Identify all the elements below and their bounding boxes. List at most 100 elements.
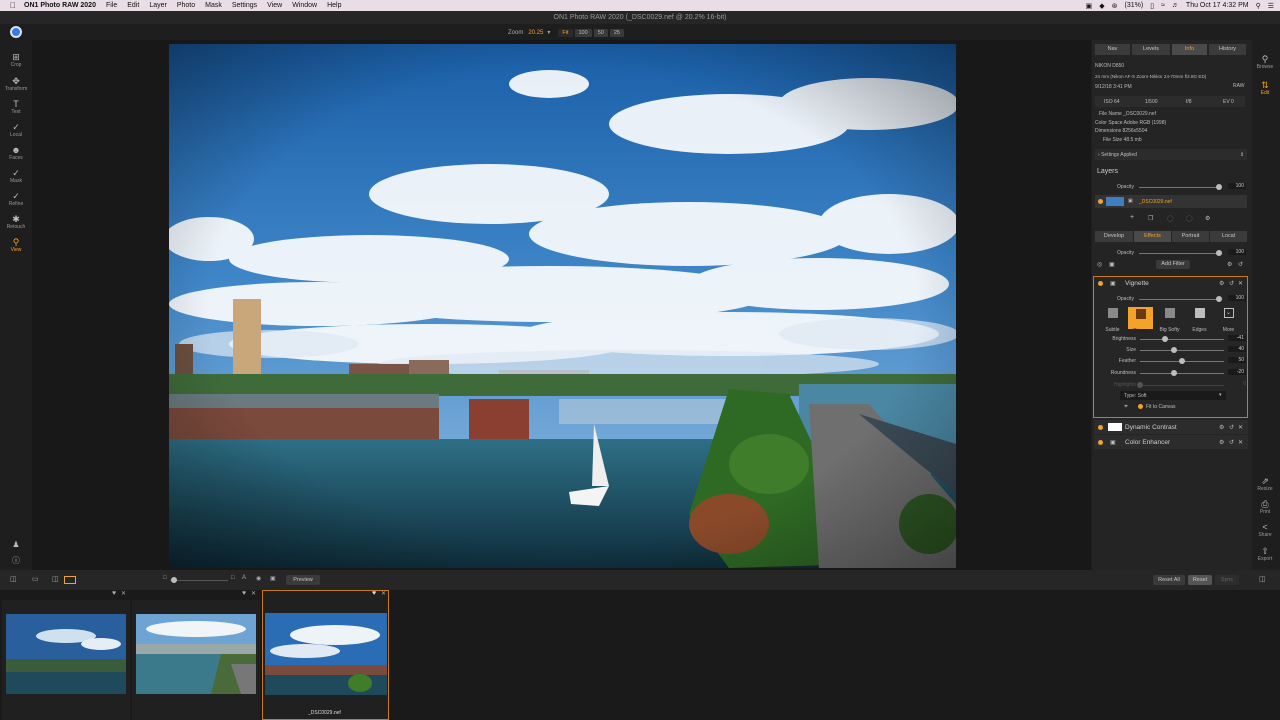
module-browse[interactable]: ⚲ Browse — [1252, 54, 1278, 70]
menu-file[interactable]: File — [106, 2, 117, 9]
remove-icon[interactable]: ✕ — [381, 590, 386, 597]
menu-photo[interactable]: Photo — [177, 2, 195, 9]
app-menu[interactable]: ON1 Photo RAW 2020 — [24, 2, 96, 9]
layer-name[interactable]: _DSC0029.nef — [1139, 199, 1172, 205]
dynamic-contrast-gear-icon[interactable]: ⚙ — [1219, 424, 1224, 431]
tool-mask[interactable]: ✓ Mask — [0, 168, 32, 184]
zoom-in-icon[interactable]: □ — [231, 575, 235, 581]
notification-icon[interactable]: ☰ — [1268, 2, 1274, 10]
bluetooth-icon[interactable]: ⊛ — [1112, 2, 1118, 10]
panel-toggle-icon[interactable]: ◫ — [10, 575, 17, 583]
layer-settings-gear-icon[interactable]: ⚙ — [1205, 215, 1210, 222]
menu-edit[interactable]: Edit — [127, 2, 139, 9]
merge-layer-icon[interactable]: ◯ — [1167, 215, 1174, 222]
reset-all-button[interactable]: Reset All — [1153, 575, 1185, 585]
preset-strong[interactable]: Strong — [1128, 307, 1153, 334]
layers-opacity-slider[interactable] — [1139, 187, 1221, 188]
effects-opacity-value[interactable]: 100 — [1228, 249, 1246, 255]
cast-icon[interactable]: ▣ — [1086, 2, 1093, 10]
user-icon[interactable]: ♟ — [0, 540, 32, 550]
vignette-reset-icon[interactable]: ↺ — [1229, 280, 1234, 287]
dynamic-contrast-close-icon[interactable]: ✕ — [1238, 424, 1243, 431]
layers-opacity-value[interactable]: 100 — [1228, 183, 1246, 189]
thumbnail-3[interactable] — [265, 613, 387, 695]
slider-feather-knob[interactable] — [1179, 358, 1185, 364]
filmstrip-view-icon[interactable]: ▭ — [32, 575, 39, 583]
effects-settings-gear-icon[interactable]: ⚙ — [1227, 261, 1232, 268]
effects-visibility-eye-icon[interactable]: ◎ — [1097, 261, 1102, 268]
menu-layer[interactable]: Layer — [149, 2, 167, 9]
remove-icon[interactable]: ✕ — [251, 590, 256, 597]
menu-help[interactable]: Help — [327, 2, 341, 9]
zoom-value[interactable]: 20.25 — [528, 30, 543, 36]
tool-local[interactable]: ✓ Local — [0, 122, 32, 138]
vignette-gear-icon[interactable]: ⚙ — [1219, 280, 1224, 287]
apple-icon[interactable]:  — [10, 1, 16, 10]
menu-view[interactable]: View — [267, 2, 282, 9]
slider-highlights[interactable] — [1140, 385, 1224, 386]
module-edit[interactable]: ⇅ Edit — [1252, 80, 1278, 96]
vignette-enable-dot[interactable] — [1098, 281, 1103, 286]
color-enhancer-enable-dot[interactable] — [1098, 440, 1103, 445]
slider-brightness-value[interactable]: -41 — [1228, 335, 1246, 341]
color-enhancer-mask-icon[interactable]: ▣ — [1110, 439, 1116, 446]
favorite-heart-icon[interactable]: ♥ — [112, 590, 116, 597]
tab-info[interactable]: Info — [1172, 44, 1207, 55]
reset-button[interactable]: Reset — [1188, 575, 1212, 585]
slider-highlights-knob[interactable] — [1137, 382, 1143, 388]
tab-portrait[interactable]: Portrait — [1172, 231, 1209, 242]
tool-faces[interactable]: ☻ Faces — [0, 145, 32, 161]
slider-highlights-value[interactable]: 0 — [1228, 381, 1246, 387]
layer-mask-icon[interactable]: ▣ — [1128, 198, 1133, 204]
on1-logo-icon[interactable] — [10, 26, 22, 38]
dynamic-contrast-mask-icon[interactable] — [1108, 423, 1122, 431]
tool-crop[interactable]: ⊞ Crop — [0, 52, 32, 68]
favorite-heart-icon[interactable]: ♥ — [372, 590, 376, 597]
tool-transform[interactable]: ✥ Transform — [0, 76, 32, 92]
battery-icon[interactable]: ▯ — [1150, 2, 1154, 10]
slider-size[interactable] — [1140, 350, 1224, 351]
thumbnail-2[interactable] — [136, 614, 256, 694]
effects-mask-icon[interactable]: ▣ — [1109, 261, 1115, 268]
dropbox-icon[interactable]: ◆ — [1099, 2, 1104, 10]
slider-roundness-value[interactable]: -20 — [1228, 369, 1246, 375]
slider-size-knob[interactable] — [1170, 347, 1177, 353]
color-enhancer-gear-icon[interactable]: ⚙ — [1219, 439, 1224, 446]
center-target-icon[interactable]: ⌖ — [1124, 403, 1128, 411]
zoom-dropdown-icon[interactable]: ▾ — [547, 29, 550, 36]
tool-text[interactable]: T Text — [0, 99, 32, 115]
module-resize[interactable]: ⇗ Resize — [1252, 476, 1278, 492]
help-icon[interactable]: ⓘ — [0, 556, 32, 566]
layer-visibility-dot[interactable] — [1098, 199, 1103, 204]
add-filter-button[interactable]: Add Filter — [1156, 260, 1190, 269]
expand-icon[interactable]: ⇕ — [1240, 152, 1244, 158]
favorite-heart-icon[interactable]: ♥ — [242, 590, 246, 597]
filter-color-enhancer[interactable] — [1094, 435, 1248, 449]
volume-icon[interactable]: ♬ — [1172, 2, 1179, 9]
menu-settings[interactable]: Settings — [232, 2, 257, 9]
tab-develop[interactable]: Develop — [1095, 231, 1133, 242]
zoom-fit-button[interactable]: Fit — [558, 28, 573, 37]
effects-opacity-knob[interactable] — [1216, 250, 1222, 256]
vignette-opacity-value[interactable]: 100 — [1228, 295, 1246, 301]
vignette-close-icon[interactable]: ✕ — [1238, 280, 1243, 287]
compare-split-icon[interactable]: ▣ — [270, 575, 276, 582]
thumbnail-size-slider[interactable] — [170, 580, 228, 581]
remove-icon[interactable]: ✕ — [121, 590, 126, 597]
module-export[interactable]: ⇧ Export — [1252, 546, 1278, 562]
delete-layer-icon[interactable]: ◯ — [1186, 215, 1193, 222]
mask-view-icon[interactable]: ◉ — [256, 575, 261, 582]
wifi-icon[interactable]: ≈ — [1161, 2, 1165, 9]
vignette-mask-icon[interactable]: ▣ — [1110, 280, 1116, 287]
fit-canvas-checkbox[interactable] — [1138, 404, 1143, 409]
right-panel-toggle-icon[interactable]: ◫ — [1259, 575, 1266, 583]
slider-size-value[interactable]: 40 — [1228, 346, 1246, 352]
settings-applied-label[interactable]: › Settings Applied — [1098, 152, 1137, 158]
compare-view-icon[interactable]: ◫ — [52, 575, 59, 583]
search-icon[interactable]: ⚲ — [1256, 2, 1261, 10]
preset-edges[interactable]: Edges — [1187, 308, 1212, 336]
thumbnail-1[interactable] — [6, 614, 126, 694]
dynamic-contrast-reset-icon[interactable]: ↺ — [1229, 424, 1234, 431]
preset-more[interactable]: ⌄ More — [1216, 308, 1241, 336]
single-view-icon[interactable] — [64, 576, 76, 584]
